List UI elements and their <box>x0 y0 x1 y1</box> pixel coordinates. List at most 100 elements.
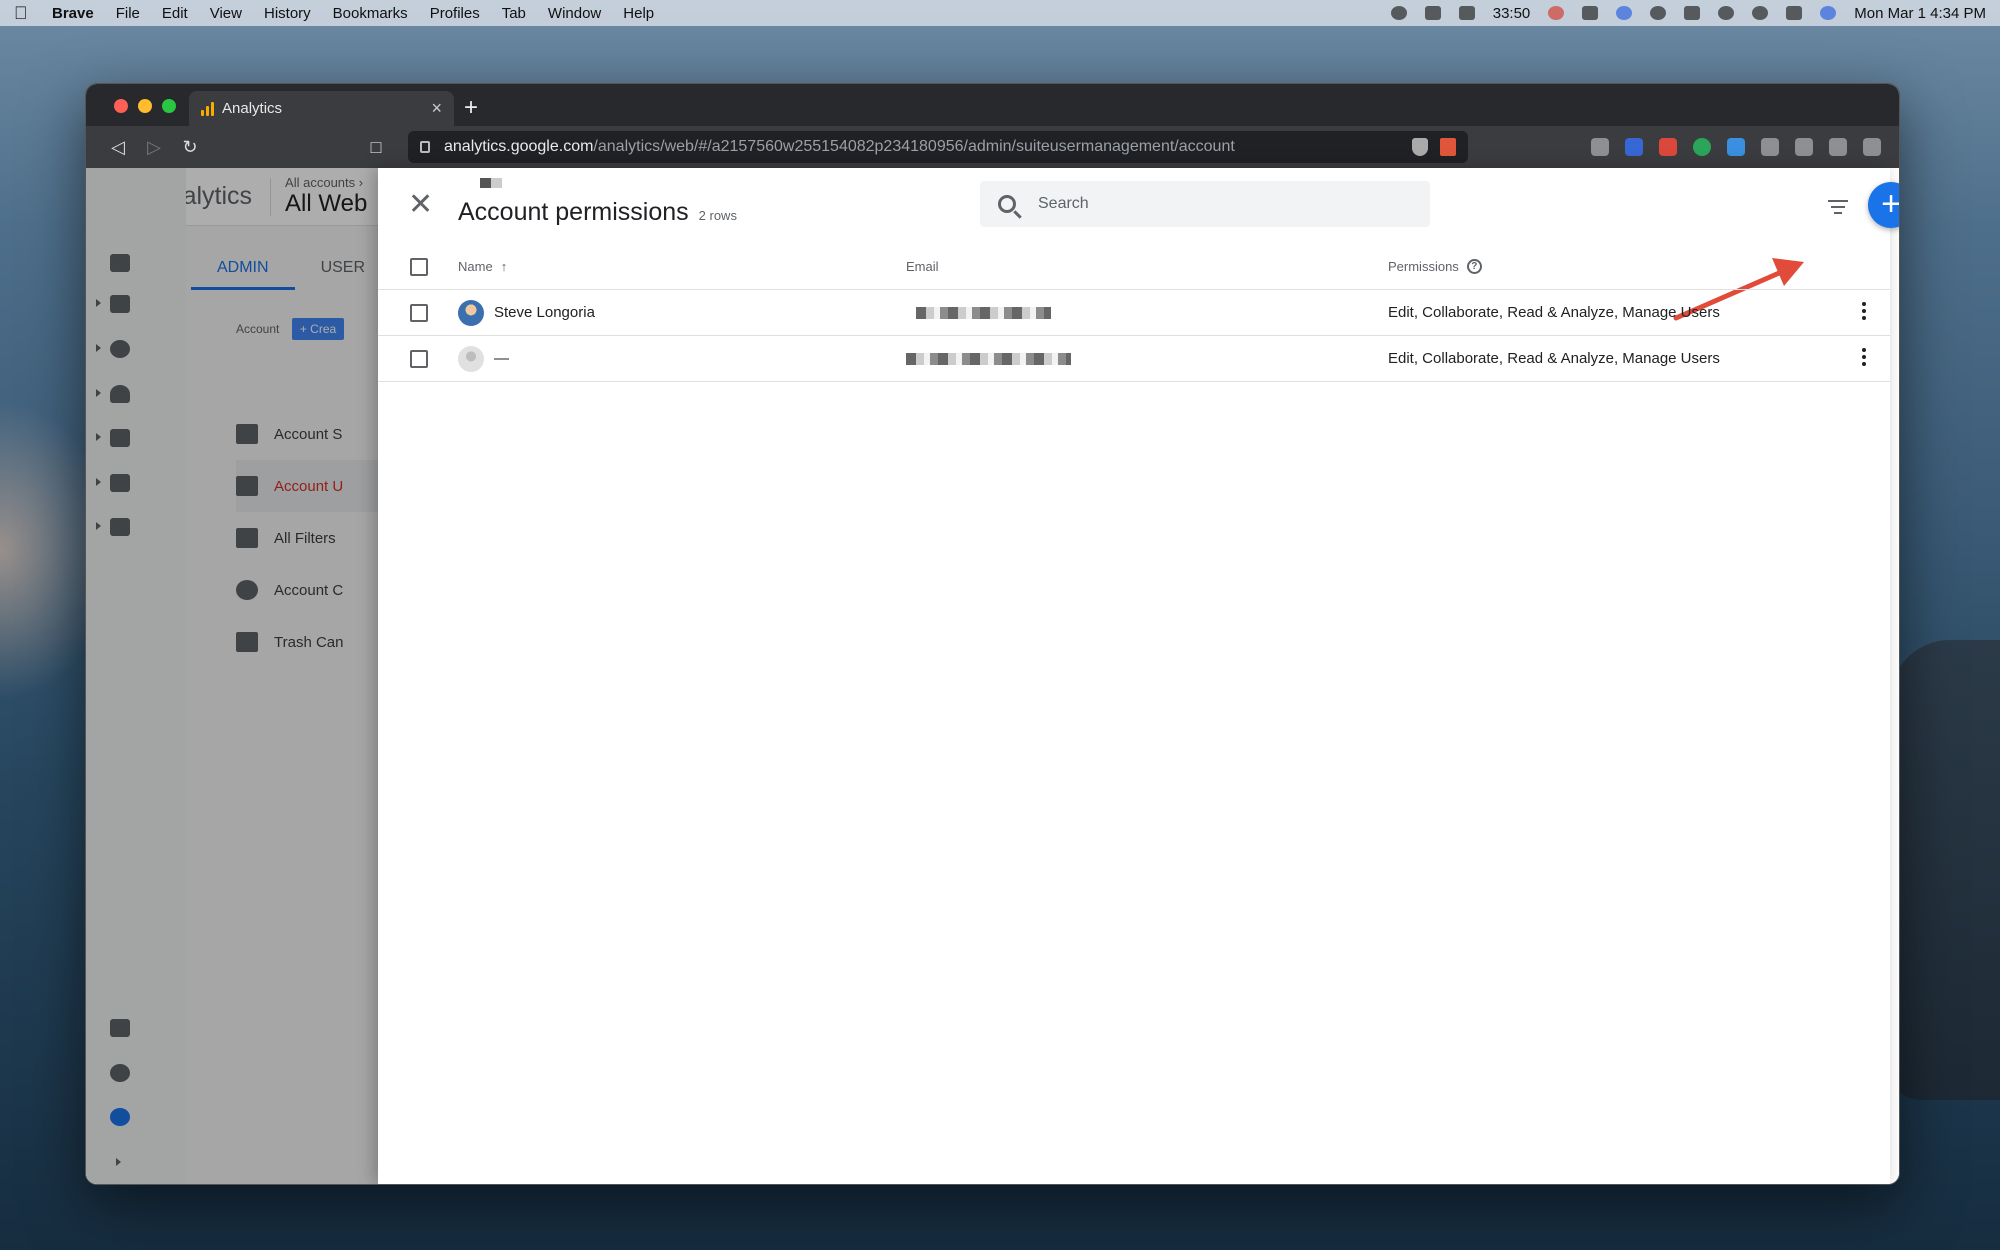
record-icon[interactable] <box>1548 6 1565 20</box>
page-title: Account permissions <box>458 198 689 226</box>
timer-readout[interactable]: 33:50 <box>1493 5 1531 22</box>
redacted-email <box>916 306 1051 319</box>
macos-menubar:  Brave File Edit View History Bookmarks… <box>0 0 2000 26</box>
battery-icon[interactable] <box>1684 6 1701 20</box>
brave-rewards-icon[interactable] <box>1440 138 1456 156</box>
minimize-window-button[interactable] <box>138 99 152 113</box>
shields-area <box>1412 138 1456 156</box>
stylus-icon[interactable] <box>1424 6 1441 20</box>
url-path: /analytics/web/#/a2157560w255154082p2341… <box>593 138 1235 155</box>
account-permissions-drawer: ✕ Account permissions 2 rows + <box>378 168 1899 1184</box>
reload-icon[interactable]: ↻ <box>172 137 208 158</box>
menu-edit[interactable]: Edit <box>162 5 188 22</box>
extension-bitwarden-icon[interactable] <box>1625 138 1643 156</box>
table-header: Name ↑ Email Permissions ? <box>378 244 1890 290</box>
search-input[interactable] <box>1038 195 1418 213</box>
tab-title: Analytics <box>222 100 283 117</box>
wifi-icon[interactable] <box>1718 6 1735 20</box>
menu-view[interactable]: View <box>210 5 242 22</box>
redacted-email <box>906 352 1071 365</box>
menu-app-name[interactable]: Brave <box>52 5 94 22</box>
search-field[interactable] <box>980 181 1430 227</box>
spotlight-search-icon[interactable] <box>1752 6 1769 20</box>
menu-history[interactable]: History <box>264 5 311 22</box>
browser-titlebar: Analytics × + <box>86 84 1899 126</box>
redacted-account-name <box>480 178 502 188</box>
filter-icon[interactable] <box>1828 200 1848 218</box>
column-header-email: Email <box>906 259 939 274</box>
back-icon[interactable]: ◁ <box>100 137 136 158</box>
extension-todoist-icon[interactable] <box>1659 138 1677 156</box>
extension-download-icon[interactable] <box>1727 138 1745 156</box>
menu-help[interactable]: Help <box>623 5 654 22</box>
menu-bookmarks[interactable]: Bookmarks <box>333 5 408 22</box>
permissions-table: Name ↑ Email Permissions ? Steve Longori… <box>378 244 1890 382</box>
forward-icon[interactable]: ▷ <box>136 137 172 158</box>
column-header-name[interactable]: Name ↑ <box>458 259 507 274</box>
menu-file[interactable]: File <box>116 5 140 22</box>
brave-shields-icon[interactable] <box>1412 138 1428 156</box>
drawer-title-group: Account permissions 2 rows <box>458 198 737 227</box>
analytics-favicon-icon <box>201 101 214 116</box>
url-host: analytics.google.com <box>444 138 594 155</box>
user-name-cell: — <box>458 345 509 372</box>
avatar <box>458 299 484 326</box>
window-controls <box>114 99 176 113</box>
tab-close-icon[interactable]: × <box>431 98 442 119</box>
sort-ascending-icon[interactable]: ↑ <box>501 259 508 274</box>
menubar-status-area: 33:50 Mon Mar 1 4:34 PM <box>1390 5 1986 22</box>
row-checkbox[interactable] <box>410 303 428 322</box>
profile-status-icon[interactable] <box>1616 6 1633 20</box>
mute-icon[interactable] <box>1582 6 1599 20</box>
bookmark-icon[interactable]: □ <box>358 137 394 158</box>
menu-tab[interactable]: Tab <box>502 5 526 22</box>
menu-profiles[interactable]: Profiles <box>430 5 480 22</box>
user-name: Steve Longoria <box>494 304 595 321</box>
user-email-cell <box>906 352 1071 365</box>
user-permissions: Edit, Collaborate, Read & Analyze, Manag… <box>1388 350 1720 367</box>
zoom-window-button[interactable] <box>162 99 176 113</box>
user-name-cell: Steve Longoria <box>458 299 595 326</box>
extension-color-icon[interactable] <box>1761 138 1779 156</box>
control-center-icon[interactable] <box>1786 6 1803 20</box>
extension-grammarly-icon[interactable] <box>1693 138 1711 156</box>
browser-window: Analytics × + ◁ ▷ ↻ □ analytics.google.c… <box>85 83 1900 1185</box>
menubar-clock[interactable]: Mon Mar 1 4:34 PM <box>1854 5 1986 22</box>
avatar <box>458 345 484 372</box>
user-permissions: Edit, Collaborate, Read & Analyze, Manag… <box>1388 304 1720 321</box>
browser-tab-analytics[interactable]: Analytics × <box>189 91 454 126</box>
column-header-permissions-label: Permissions <box>1388 259 1459 274</box>
close-icon[interactable]: ✕ <box>408 190 433 220</box>
row-more-options-icon[interactable] <box>1862 348 1866 369</box>
search-icon <box>998 195 1016 213</box>
desktop-wallpaper-rock <box>1890 640 2000 1100</box>
table-row[interactable]: Steve Longoria Edit, Collaborate, Read &… <box>378 290 1890 336</box>
brightness-icon[interactable] <box>1390 6 1407 20</box>
lock-icon[interactable] <box>420 141 430 153</box>
extensions-bar <box>1591 138 1881 156</box>
menu-window[interactable]: Window <box>548 5 601 22</box>
add-user-button[interactable]: + <box>1868 182 1899 228</box>
row-count: 2 rows <box>698 208 737 223</box>
column-header-name-label: Name <box>458 259 493 274</box>
close-window-button[interactable] <box>114 99 128 113</box>
table-row[interactable]: — Edit, Collaborate, Read & Analyze, Man… <box>378 336 1890 382</box>
apple-menu-icon[interactable]:  <box>14 3 30 24</box>
column-header-permissions: Permissions ? <box>1388 259 1482 274</box>
new-tab-button[interactable]: + <box>464 94 478 122</box>
help-icon[interactable]: ? <box>1466 259 1482 274</box>
screen-icon[interactable] <box>1458 6 1475 20</box>
reading-list-icon[interactable] <box>1829 138 1847 156</box>
browser-toolbar: ◁ ▷ ↻ □ analytics.google.com /analytics/… <box>86 126 1899 168</box>
user-name: — <box>494 350 509 367</box>
browser-menu-icon[interactable] <box>1863 138 1881 156</box>
extension-shield-icon[interactable] <box>1591 138 1609 156</box>
row-more-options-icon[interactable] <box>1862 302 1866 323</box>
address-bar[interactable]: analytics.google.com /analytics/web/#/a2… <box>408 131 1468 163</box>
row-checkbox[interactable] <box>410 349 428 368</box>
extensions-puzzle-icon[interactable] <box>1795 138 1813 156</box>
user-email-cell <box>906 306 1051 319</box>
select-all-checkbox[interactable] <box>410 257 428 276</box>
siri-icon[interactable] <box>1820 6 1837 20</box>
play-icon[interactable] <box>1650 6 1667 20</box>
